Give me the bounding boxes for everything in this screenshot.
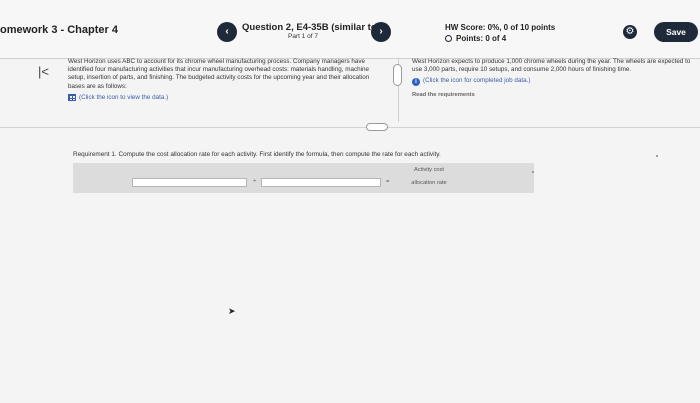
points-status: Points: 0 of 4 <box>445 34 506 43</box>
table-icon[interactable] <box>68 94 76 102</box>
formula-input-2[interactable] <box>261 178 381 187</box>
question-title: Question 2, E4-35B (similar to) <box>242 22 380 33</box>
equals-operator: = <box>386 179 390 185</box>
requirement-text: Requirement 1. Compute the cost allocati… <box>73 151 441 158</box>
chevron-right-icon: › <box>379 26 383 37</box>
gear-icon[interactable]: ⚙ <box>623 25 637 39</box>
decoration-dot <box>656 155 658 157</box>
read-requirements-link[interactable]: Read the requirements <box>412 91 697 99</box>
chevron-left-icon: ‹ <box>225 26 229 37</box>
section-divider <box>0 127 700 128</box>
job-data-label[interactable]: (Click the icon for completed job data.) <box>423 77 530 85</box>
problem-right-panel: West Horizon expects to produce 1,000 ch… <box>412 58 697 99</box>
points-label: Points: 0 of 4 <box>456 34 507 43</box>
section-resize-handle[interactable] <box>366 123 388 131</box>
panel-resize-handle[interactable] <box>393 64 402 86</box>
formula-input-1[interactable] <box>132 178 247 187</box>
problem-left-panel: West Horizon uses ABC to account for its… <box>68 58 378 102</box>
decoration-dot <box>532 171 534 173</box>
result-label-line1: Activity cost <box>413 167 445 173</box>
problem-text: West Horizon uses ABC to account for its… <box>68 58 370 90</box>
divide-operator: ÷ <box>253 179 257 185</box>
view-data-label[interactable]: (Click the icon to view the data.) <box>79 94 168 102</box>
question-part: Part 1 of 7 <box>288 33 318 40</box>
hw-score: HW Score: 0%, 0 of 10 points <box>445 23 556 32</box>
homework-title: omework 3 - Chapter 4 <box>0 24 118 36</box>
mouse-cursor-icon: ➤ <box>228 306 236 316</box>
view-data-link[interactable]: (Click the icon to view the data.) <box>68 94 378 102</box>
first-question-icon[interactable]: |< <box>38 64 49 79</box>
previous-question-button[interactable]: ‹ <box>217 22 237 42</box>
top-bar: omework 3 - Chapter 4 ‹ Question 2, E4-3… <box>0 0 700 59</box>
next-question-button[interactable]: › <box>371 22 391 42</box>
job-data-link[interactable]: i (Click the icon for completed job data… <box>412 77 697 86</box>
points-ring-icon <box>445 35 452 42</box>
result-label-line2: allocation rate <box>411 180 447 186</box>
production-text: West Horizon expects to produce 1,000 ch… <box>412 58 691 74</box>
info-icon[interactable]: i <box>412 77 420 86</box>
save-button[interactable]: Save <box>654 22 698 42</box>
formula-area: ÷ = Activity cost allocation rate <box>73 163 534 193</box>
